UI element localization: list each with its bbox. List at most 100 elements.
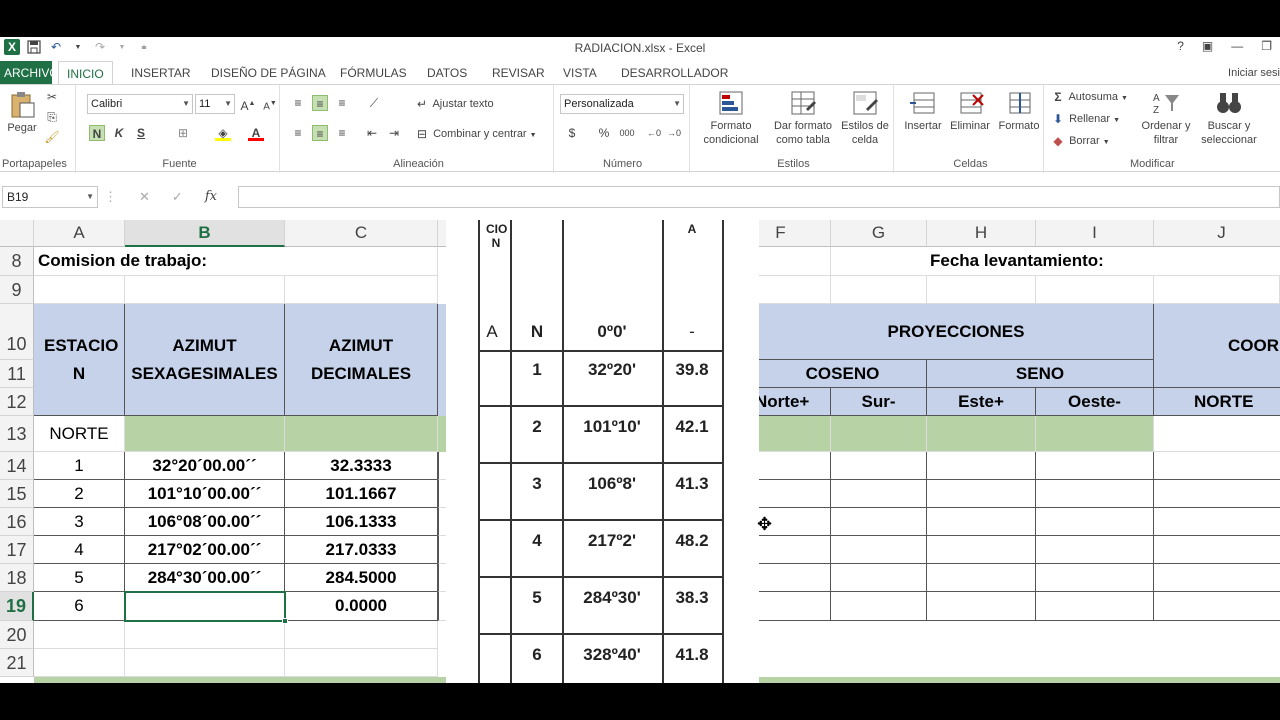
cell-estacion[interactable]: 3 [34, 508, 125, 536]
orientation-icon[interactable]: ⟋ [366, 95, 382, 111]
align-right-icon[interactable]: ≡ [334, 125, 350, 141]
cell-j9[interactable] [1154, 276, 1280, 304]
row-header-19[interactable]: 19 [0, 592, 34, 621]
row-header-11[interactable]: 11 [0, 360, 34, 388]
autosum-button[interactable]: Σ Autosuma ▼ [1050, 89, 1128, 106]
cell-a20[interactable] [34, 621, 125, 649]
tab-formulas[interactable]: FÓRMULAS [332, 61, 415, 85]
cell-f13[interactable] [759, 416, 831, 452]
row-header-15[interactable]: 15 [0, 480, 34, 508]
enter-icon[interactable]: ✓ [172, 189, 183, 205]
find-select-button[interactable]: Buscar y seleccionar [1196, 89, 1262, 147]
align-left-icon[interactable]: ≡ [290, 125, 306, 141]
minimize-icon[interactable]: — [1231, 39, 1243, 53]
cell-projection[interactable] [1036, 536, 1154, 564]
cell-azimut-sexagesimal[interactable]: 32°20´00.00´´ [125, 452, 285, 480]
copy-icon[interactable]: ⎘ [44, 109, 60, 125]
cell-estacion[interactable]: 5 [34, 564, 125, 592]
header-seno[interactable]: SENO [927, 360, 1154, 388]
font-color-icon[interactable]: A [248, 125, 264, 141]
borders-icon[interactable]: ⊞ [175, 125, 191, 141]
row-header-14[interactable]: 14 [0, 452, 34, 480]
column-header-c[interactable]: C [285, 220, 438, 247]
cell-estacion[interactable]: 4 [34, 536, 125, 564]
cell-projection[interactable] [1154, 452, 1280, 480]
column-header-j[interactable]: J [1154, 220, 1280, 247]
cell-b21[interactable] [125, 649, 285, 677]
header-oeste[interactable]: Oeste- [1036, 388, 1154, 416]
column-header-g[interactable]: G [831, 220, 927, 247]
delete-cells-button[interactable]: Eliminar [946, 89, 994, 133]
header-norte-plus[interactable]: Norte+ [759, 388, 831, 416]
wrap-text-button[interactable]: ↵ Ajustar texto [414, 96, 494, 112]
cell-projection[interactable] [831, 480, 927, 508]
column-header-h[interactable]: H [927, 220, 1036, 247]
help-button[interactable]: ? [1177, 39, 1184, 53]
formula-input[interactable] [238, 186, 1280, 208]
cell-projection[interactable] [927, 564, 1036, 592]
cell-f9[interactable] [759, 276, 831, 304]
cell-azimut-decimal[interactable]: 217.0333 [285, 536, 438, 564]
cell-projection[interactable] [1154, 480, 1280, 508]
tab-insertar[interactable]: INSERTAR [123, 61, 199, 85]
cell-a13[interactable]: NORTE [34, 416, 125, 452]
cell-azimut-sexagesimal[interactable]: 106°08´00.00´´ [125, 508, 285, 536]
paste-button[interactable]: Pegar [4, 91, 40, 135]
row-header-9[interactable]: 9 [0, 276, 34, 304]
fill-handle[interactable] [282, 618, 288, 624]
cell-estacion[interactable]: 6 [34, 592, 125, 621]
signin-link[interactable]: Iniciar sesi [1228, 67, 1280, 79]
cell-projection[interactable] [759, 564, 831, 592]
thousands-button[interactable]: 000 [616, 125, 638, 141]
align-middle-icon[interactable]: ≡ [312, 95, 328, 111]
cell-projection[interactable] [927, 536, 1036, 564]
column-header-i[interactable]: I [1036, 220, 1154, 247]
cell-projection[interactable] [759, 592, 831, 621]
cell-projection[interactable] [1036, 564, 1154, 592]
align-bottom-icon[interactable]: ≡ [334, 95, 350, 111]
underline-button[interactable]: S [133, 125, 149, 141]
header-este[interactable]: Este+ [927, 388, 1036, 416]
font-name-select[interactable]: Calibri ▼ [87, 94, 193, 114]
cell-projection[interactable] [1036, 480, 1154, 508]
row-header-12[interactable]: 12 [0, 388, 34, 416]
cell-azimut-sexagesimal[interactable]: 217°02´00.00´´ [125, 536, 285, 564]
row-header-21[interactable]: 21 [0, 649, 34, 677]
increase-decimal-icon[interactable]: ←0 [646, 125, 662, 141]
header-coordenadas[interactable]: COOR [1154, 304, 1280, 388]
cell-c20[interactable] [285, 621, 438, 649]
cell-azimut-sexagesimal[interactable] [125, 592, 285, 621]
row-header-8[interactable]: 8 [0, 247, 34, 276]
cell-g13[interactable] [831, 416, 927, 452]
row-header-20[interactable]: 20 [0, 621, 34, 649]
cell-azimut-decimal[interactable]: 32.3333 [285, 452, 438, 480]
cancel-icon[interactable]: ✕ [139, 189, 150, 205]
header-proyecciones[interactable]: PROYECCIONES [759, 304, 1154, 360]
column-header-a[interactable]: A [34, 220, 125, 247]
currency-button[interactable]: $ [564, 125, 580, 141]
format-cells-button[interactable]: Formato [996, 89, 1042, 133]
cell-h13[interactable] [927, 416, 1036, 452]
fill-color-icon[interactable]: ◈ [215, 125, 231, 141]
cell-estacion[interactable]: 1 [34, 452, 125, 480]
bold-button[interactable]: N [89, 125, 105, 141]
name-box[interactable]: B19 ▼ [2, 186, 98, 208]
header-azimut-sexagesimales[interactable]: AZIMUT SEXAGESIMALES [125, 304, 285, 416]
insert-cells-button[interactable]: Insertar [900, 89, 946, 133]
cell-projection[interactable] [1036, 452, 1154, 480]
cell-azimut-decimal[interactable]: 106.1333 [285, 508, 438, 536]
header-azimut-decimales[interactable]: AZIMUT DECIMALES [285, 304, 438, 416]
cell-azimut-decimal[interactable]: 101.1667 [285, 480, 438, 508]
grow-font-icon[interactable]: A▲ [240, 96, 256, 113]
cell-c9[interactable] [285, 276, 438, 304]
cell-c8[interactable] [285, 247, 438, 276]
cell-projection[interactable] [1154, 508, 1280, 536]
cell-projection[interactable] [1154, 564, 1280, 592]
ribbon-display-icon[interactable]: ▣ [1202, 39, 1213, 53]
shrink-font-icon[interactable]: A▼ [262, 96, 278, 112]
merge-center-button[interactable]: ⊟ Combinar y centrar ▼ [414, 126, 537, 143]
cell-projection[interactable] [1154, 592, 1280, 621]
decrease-decimal-icon[interactable]: →0 [666, 125, 682, 141]
tab-datos[interactable]: DATOS [419, 61, 475, 85]
row-header-13[interactable]: 13 [0, 416, 34, 452]
